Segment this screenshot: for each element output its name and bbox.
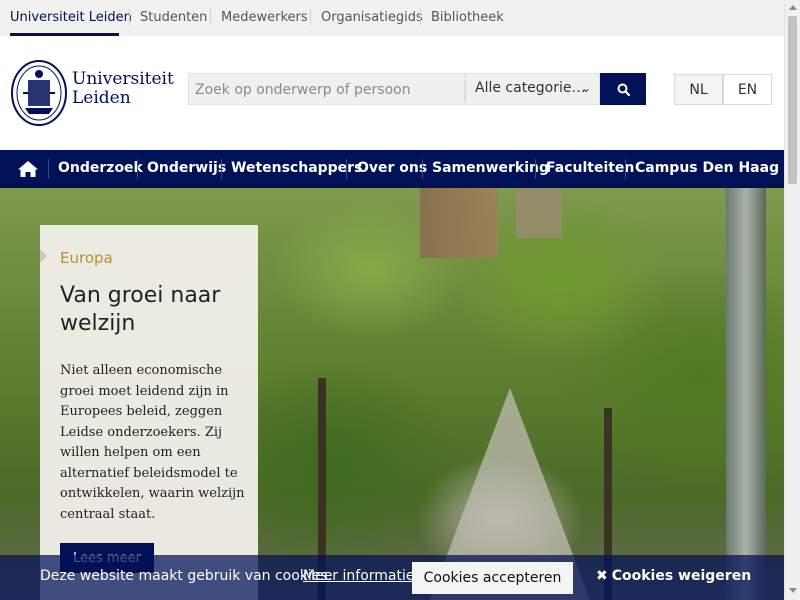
hero-title[interactable]: Van groei naar welzijn <box>60 282 250 338</box>
cookie-message: Deze website maakt gebruik van cookies. <box>40 568 333 584</box>
divider <box>465 80 466 100</box>
scrollbar-thumb[interactable] <box>788 16 797 184</box>
divider <box>346 159 347 179</box>
divider <box>137 159 138 179</box>
wordmark-line2: Leiden <box>72 88 131 108</box>
hero-photo-building <box>420 188 498 258</box>
search-icon <box>617 83 630 96</box>
nav-item-onderwijs[interactable]: Onderwijs <box>147 160 226 176</box>
university-wordmark[interactable]: Universiteit Leiden <box>72 70 174 108</box>
main-nav: Onderzoek Onderwijs Wetenschappers Over … <box>0 150 784 188</box>
top-nav-bibliotheek[interactable]: Bibliotheek <box>431 10 504 25</box>
close-icon: ✖ <box>596 568 608 584</box>
vertical-scrollbar[interactable] <box>784 0 800 600</box>
university-seal-logo[interactable] <box>11 60 67 126</box>
nav-item-faculteiten[interactable]: Faculteiten <box>546 160 634 176</box>
divider <box>535 159 536 179</box>
accept-cookies-button[interactable]: Cookies accepteren <box>412 562 573 594</box>
wordmark-line1: Universiteit <box>72 69 174 89</box>
divider <box>310 9 311 25</box>
category-select[interactable]: Alle categorie… ⌄ <box>464 73 600 105</box>
hero-card: Europa Van groei naar welzijn Niet allee… <box>40 225 258 600</box>
top-nav-studenten[interactable]: Studenten <box>140 10 207 25</box>
card-notch <box>40 249 47 263</box>
category-select-value: Alle categorie… <box>475 80 586 96</box>
nav-item-samenwerking[interactable]: Samenwerking <box>432 160 549 176</box>
divider <box>48 159 49 179</box>
divider <box>625 159 626 179</box>
refuse-cookies-label: Cookies weigeren <box>611 568 752 584</box>
nav-item-over-ons[interactable]: Over ons <box>357 160 427 176</box>
language-en-button[interactable]: EN <box>723 74 772 105</box>
divider <box>221 159 222 179</box>
nav-item-campus-den-haag[interactable]: Campus Den Haag <box>635 160 779 176</box>
scroll-down-arrow-icon[interactable] <box>789 588 797 593</box>
home-icon[interactable] <box>17 160 39 178</box>
top-nav-universiteit-leiden[interactable]: Universiteit Leiden <box>10 10 132 25</box>
refuse-cookies-button[interactable]: ✖ Cookies weigeren <box>596 568 751 584</box>
top-utility-nav: Universiteit Leiden Studenten Medewerker… <box>0 0 784 36</box>
divider <box>129 9 130 25</box>
divider <box>422 159 423 179</box>
cookie-bar: Deze website maakt gebruik van cookies. … <box>0 555 784 600</box>
language-nl-button[interactable]: NL <box>674 74 723 105</box>
nav-item-wetenschappers[interactable]: Wetenschappers <box>231 160 362 176</box>
scroll-up-arrow-icon[interactable] <box>789 5 797 10</box>
search-button[interactable] <box>600 73 646 105</box>
hero-photo-building <box>516 188 562 238</box>
hero-photo-pillar <box>726 188 766 600</box>
divider <box>210 9 211 25</box>
site-header: Universiteit Leiden Zoek op onderwerp of… <box>0 36 784 150</box>
search-input[interactable]: Zoek op onderwerp of persoon <box>188 73 464 105</box>
hero-body-text: Niet alleen economische groei moet leide… <box>60 363 245 522</box>
top-nav-organisatiegids[interactable]: Organisatiegids <box>321 10 423 25</box>
hero-banner: Europa Van groei naar welzijn Niet allee… <box>0 188 784 600</box>
divider <box>420 9 421 25</box>
cookie-more-info-link[interactable]: Meer informatie. <box>303 568 419 584</box>
hero-category-label[interactable]: Europa <box>60 249 113 267</box>
chevron-down-icon: ⌄ <box>580 81 591 95</box>
top-nav-medewerkers[interactable]: Medewerkers <box>221 10 308 25</box>
nav-item-onderzoek[interactable]: Onderzoek <box>58 160 143 176</box>
